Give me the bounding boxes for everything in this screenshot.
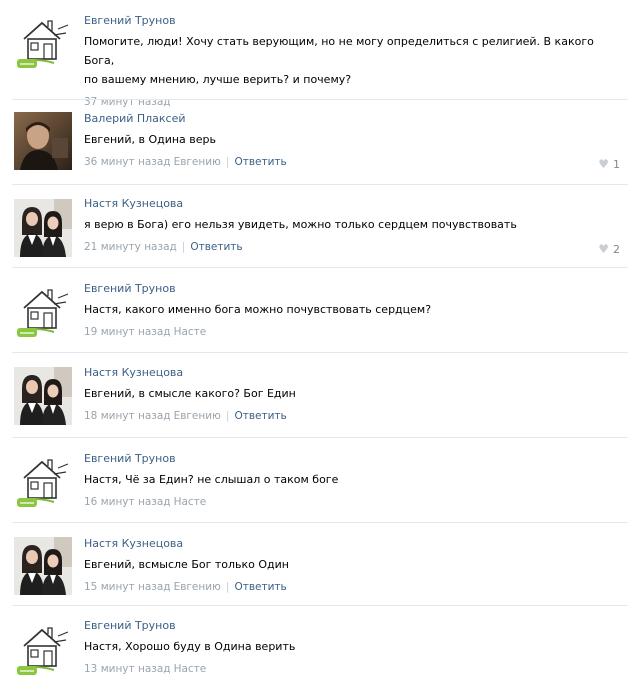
comment-item: Евгений Трунов Настя, какого именно бога … (0, 268, 640, 353)
like-button[interactable]: ♥ 1 (598, 157, 620, 171)
comment-text: Евгений, в смысле какого? Бог Един (84, 387, 296, 400)
author-name[interactable]: Евгений Трунов (84, 14, 620, 28)
comment-item: Евгений Трунов Настя, Чё за Един? не слыш… (0, 438, 640, 523)
timestamp[interactable]: 21 минуту назад (84, 241, 177, 253)
avatar[interactable] (14, 537, 72, 595)
comment-meta: 19 минут назад Насте (84, 325, 620, 339)
reply-button[interactable]: Ответить (190, 241, 242, 253)
comment-feed: Евгений Трунов Помогите, люди! Хочу стать… (0, 0, 640, 691)
comment-meta: 18 минут назад Евгению | Ответить (84, 409, 620, 423)
author-name[interactable]: Настя Кузнецова (84, 366, 620, 380)
comment-text: Настя, Чё за Един? не слышал о таком бог… (84, 473, 339, 486)
reply-button[interactable]: Ответить (234, 156, 286, 168)
like-count: 2 (613, 243, 620, 256)
comment-item: Настя Кузнецова я верю в Бога) его нельзя… (0, 185, 640, 268)
comment-text: я верю в Бога) его нельзя увидеть, можно… (84, 218, 517, 231)
author-name[interactable]: Евгений Трунов (84, 619, 620, 633)
author-name[interactable]: Настя Кузнецова (84, 197, 620, 211)
reply-button[interactable]: Ответить (234, 581, 286, 593)
timestamp[interactable]: 18 минут назад (84, 410, 171, 422)
author-name[interactable]: Настя Кузнецова (84, 537, 620, 551)
comment-text: по вашему мнению, лучше верить? и почему… (84, 73, 352, 86)
comment-text: Евгений, всмысле Бог только Один (84, 558, 289, 571)
comment-item: Настя Кузнецова Евгений, всмысле Бог толь… (0, 523, 640, 606)
reply-to-name[interactable]: Евгению (174, 410, 221, 422)
comment-item: Евгений Трунов Помогите, люди! Хочу стать… (0, 0, 640, 108)
comment-item: Настя Кузнецова Евгений, в смысле какого?… (0, 353, 640, 438)
reply-to-name[interactable]: Евгению (174, 581, 221, 593)
comment-text: Настя, Хорошо буду в Одина верить (84, 640, 296, 653)
meta-separator: | (225, 581, 230, 593)
avatar[interactable] (14, 13, 72, 71)
avatar[interactable] (14, 112, 72, 170)
comment-item: Валерий Плаксей Евгений, в Одина верь 36 м… (0, 100, 640, 185)
author-name[interactable]: Валерий Плаксей (84, 112, 620, 126)
comment-text: Помогите, люди! Хочу стать верующим, но … (84, 35, 594, 67)
timestamp[interactable]: 19 минут назад (84, 326, 171, 338)
timestamp[interactable]: 16 минут назад (84, 496, 171, 508)
comment-meta: 36 минут назад Евгению | Ответить (84, 155, 620, 169)
meta-separator: | (225, 156, 230, 168)
avatar[interactable] (14, 282, 72, 340)
heart-icon: ♥ (598, 157, 609, 171)
heart-icon: ♥ (598, 242, 609, 256)
timestamp[interactable]: 15 минут назад (84, 581, 171, 593)
author-name[interactable]: Евгений Трунов (84, 452, 620, 466)
comment-text: Настя, какого именно бога можно почувств… (84, 303, 432, 316)
timestamp[interactable]: 36 минут назад (84, 156, 171, 168)
meta-separator: | (181, 241, 186, 253)
reply-to-name[interactable]: Евгению (174, 156, 221, 168)
avatar[interactable] (14, 620, 72, 678)
comment-meta: 15 минут назад Евгению | Ответить (84, 580, 620, 594)
avatar[interactable] (14, 367, 72, 425)
comment-meta: 13 минут назад Насте (84, 662, 620, 676)
comment-item: Евгений Трунов Настя, Хорошо буду в Одина… (0, 606, 640, 691)
avatar[interactable] (14, 452, 72, 510)
avatar[interactable] (14, 199, 72, 257)
reply-to-name[interactable]: Насте (174, 326, 207, 338)
like-count: 1 (613, 158, 620, 171)
comment-meta: 21 минуту назад | Ответить (84, 240, 620, 254)
timestamp[interactable]: 13 минут назад (84, 663, 171, 675)
reply-to-name[interactable]: Насте (174, 496, 207, 508)
comment-text: Евгений, в Одина верь (84, 133, 216, 146)
meta-separator: | (225, 410, 230, 422)
reply-button[interactable]: Ответить (234, 410, 286, 422)
like-button[interactable]: ♥ 2 (598, 242, 620, 256)
reply-to-name[interactable]: Насте (174, 663, 207, 675)
author-name[interactable]: Евгений Трунов (84, 282, 620, 296)
comment-meta: 16 минут назад Насте (84, 495, 620, 509)
